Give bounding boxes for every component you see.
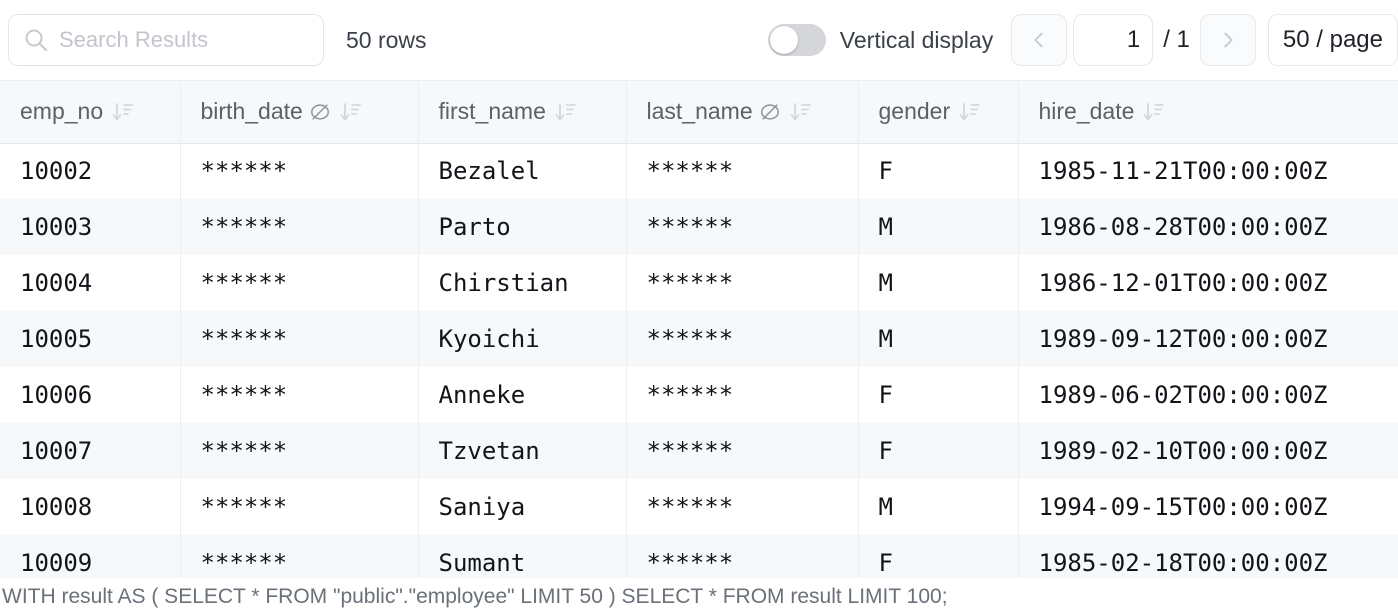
header-row: emp_no birth_date first_name last_name g… — [0, 81, 1398, 144]
table-body: 10002 ****** Bezalel ****** F 1985-11-21… — [0, 143, 1398, 591]
sort-descending-icon[interactable] — [789, 100, 813, 124]
vertical-display-label: Vertical display — [839, 26, 994, 53]
cell-gender[interactable]: M — [858, 311, 1019, 367]
sort-descending-icon[interactable] — [339, 100, 363, 124]
cell-hire_date[interactable]: 1994-09-15T00:00:00Z — [1018, 479, 1398, 535]
cell-gender[interactable]: F — [858, 143, 1019, 199]
column-label: gender — [878, 98, 951, 125]
cell-emp_no[interactable]: 10003 — [0, 199, 181, 255]
search-icon — [23, 27, 49, 53]
cell-last_name[interactable]: ****** — [626, 311, 859, 367]
table-row[interactable]: 10002 ****** Bezalel ****** F 1985-11-21… — [0, 143, 1398, 199]
column-label: emp_no — [20, 98, 104, 125]
cell-hire_date[interactable]: 1989-02-10T00:00:00Z — [1018, 423, 1398, 479]
sort-descending-icon[interactable] — [554, 100, 578, 124]
cell-emp_no[interactable]: 10008 — [0, 479, 181, 535]
prev-page-button[interactable] — [1011, 14, 1068, 66]
cell-birth_date[interactable]: ****** — [180, 311, 419, 367]
table-row[interactable]: 10008 ****** Saniya ****** M 1994-09-15T… — [0, 479, 1398, 535]
cell-first_name[interactable]: Parto — [418, 199, 627, 255]
cell-birth_date[interactable]: ****** — [180, 199, 419, 255]
vertical-display-toggle[interactable] — [767, 24, 826, 56]
vertical-display-control[interactable]: Vertical display — [767, 24, 994, 56]
chevron-right-icon — [1217, 29, 1239, 51]
next-page-button[interactable] — [1199, 14, 1256, 66]
cell-first_name[interactable]: Kyoichi — [418, 311, 627, 367]
column-header-last_name[interactable]: last_name — [626, 81, 859, 144]
page-number-field[interactable] — [1073, 14, 1154, 66]
eye-off-icon — [309, 101, 331, 123]
query-results-panel: 50 rows Vertical display / 1 — [0, 0, 1398, 616]
cell-hire_date[interactable]: 1986-08-28T00:00:00Z — [1018, 199, 1398, 255]
page-number-input[interactable] — [1086, 26, 1141, 54]
cell-gender[interactable]: M — [858, 255, 1019, 311]
pagination: / 1 50 / page — [1011, 14, 1398, 66]
cell-birth_date[interactable]: ****** — [180, 367, 419, 423]
cell-emp_no[interactable]: 10006 — [0, 367, 181, 423]
table-row[interactable]: 10005 ****** Kyoichi ****** M 1989-09-12… — [0, 311, 1398, 367]
results-table: emp_no birth_date first_name last_name g… — [0, 81, 1398, 591]
cell-emp_no[interactable]: 10007 — [0, 423, 181, 479]
search-box[interactable] — [8, 14, 324, 66]
chevron-left-icon — [1028, 29, 1050, 51]
cell-birth_date[interactable]: ****** — [180, 423, 419, 479]
cell-hire_date[interactable]: 1985-11-21T00:00:00Z — [1018, 143, 1398, 199]
cell-hire_date[interactable]: 1989-09-12T00:00:00Z — [1018, 311, 1398, 367]
page-total-label: / 1 — [1163, 26, 1190, 53]
cell-first_name[interactable]: Saniya — [418, 479, 627, 535]
sort-descending-icon[interactable] — [1142, 100, 1166, 124]
cell-last_name[interactable]: ****** — [626, 255, 859, 311]
cell-last_name[interactable]: ****** — [626, 479, 859, 535]
sort-descending-icon[interactable] — [111, 100, 135, 124]
column-header-emp_no[interactable]: emp_no — [0, 81, 181, 144]
cell-first_name[interactable]: Anneke — [418, 367, 627, 423]
page-size-select[interactable]: 50 / page — [1267, 14, 1398, 66]
eye-off-icon — [759, 101, 781, 123]
cell-birth_date[interactable]: ****** — [180, 479, 419, 535]
cell-hire_date[interactable]: 1986-12-01T00:00:00Z — [1018, 255, 1398, 311]
sql-statement-text: WITH result AS ( SELECT * FROM "public".… — [2, 585, 948, 608]
cell-last_name[interactable]: ****** — [626, 367, 859, 423]
table-row[interactable]: 10007 ****** Tzvetan ****** F 1989-02-10… — [0, 423, 1398, 479]
results-table-container[interactable]: emp_no birth_date first_name last_name g… — [0, 80, 1398, 616]
cell-first_name[interactable]: Chirstian — [418, 255, 627, 311]
column-label: first_name — [438, 98, 546, 125]
column-label: hire_date — [1038, 98, 1135, 125]
column-header-hire_date[interactable]: hire_date — [1018, 81, 1398, 144]
cell-first_name[interactable]: Tzvetan — [418, 423, 627, 479]
cell-hire_date[interactable]: 1989-06-02T00:00:00Z — [1018, 367, 1398, 423]
table-row[interactable]: 10006 ****** Anneke ****** F 1989-06-02T… — [0, 367, 1398, 423]
column-label: birth_date — [200, 98, 303, 125]
table-row[interactable]: 10004 ****** Chirstian ****** M 1986-12-… — [0, 255, 1398, 311]
cell-gender[interactable]: M — [858, 479, 1019, 535]
table-head: emp_no birth_date first_name last_name g… — [0, 81, 1398, 144]
cell-emp_no[interactable]: 10002 — [0, 143, 181, 199]
column-header-birth_date[interactable]: birth_date — [180, 81, 419, 144]
cell-birth_date[interactable]: ****** — [180, 255, 419, 311]
toggle-knob — [769, 26, 798, 54]
cell-emp_no[interactable]: 10004 — [0, 255, 181, 311]
search-input[interactable] — [59, 27, 309, 53]
cell-emp_no[interactable]: 10005 — [0, 311, 181, 367]
cell-gender[interactable]: F — [858, 423, 1019, 479]
results-toolbar: 50 rows Vertical display / 1 — [0, 0, 1398, 80]
cell-first_name[interactable]: Bezalel — [418, 143, 627, 199]
column-header-gender[interactable]: gender — [858, 81, 1019, 144]
sql-statement-bar: WITH result AS ( SELECT * FROM "public".… — [0, 578, 1398, 616]
table-row[interactable]: 10003 ****** Parto ****** M 1986-08-28T0… — [0, 199, 1398, 255]
cell-gender[interactable]: M — [858, 199, 1019, 255]
cell-birth_date[interactable]: ****** — [180, 143, 419, 199]
cell-gender[interactable]: F — [858, 367, 1019, 423]
column-label: last_name — [646, 98, 753, 125]
sort-descending-icon[interactable] — [958, 100, 982, 124]
cell-last_name[interactable]: ****** — [626, 199, 859, 255]
column-header-first_name[interactable]: first_name — [418, 81, 627, 144]
row-count-label: 50 rows — [346, 26, 427, 53]
cell-last_name[interactable]: ****** — [626, 423, 859, 479]
cell-last_name[interactable]: ****** — [626, 143, 859, 199]
